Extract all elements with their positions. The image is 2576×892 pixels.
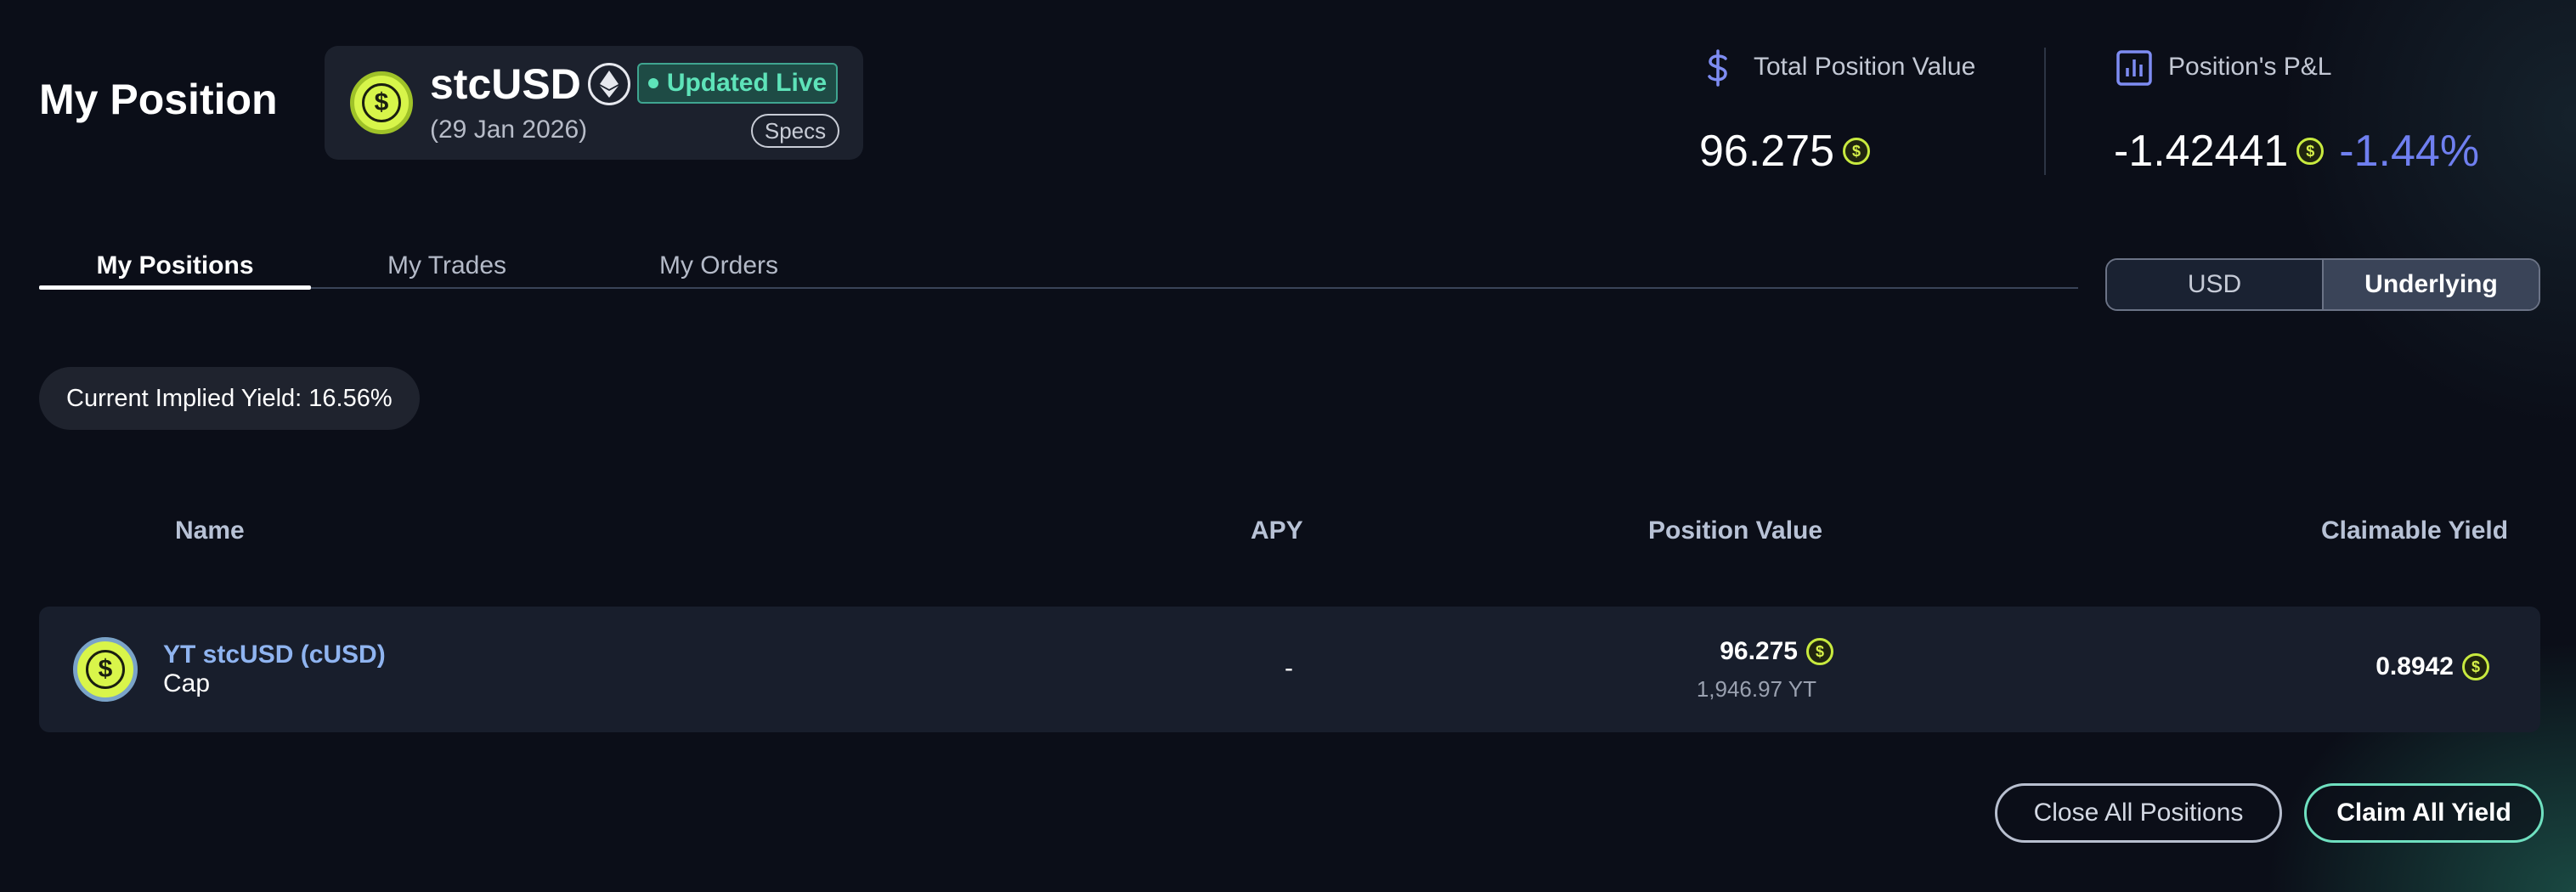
market-card: $ stcUSD Updated Live (29 Jan 2026) Spec… bbox=[325, 46, 863, 160]
page: My Position $ stcUSD Updated Live (29 Ja… bbox=[0, 0, 2576, 892]
yt-stcusd-coin-icon: $ bbox=[73, 637, 138, 702]
implied-yield-pill: Current Implied Yield: 16.56% bbox=[39, 367, 420, 430]
page-title: My Position bbox=[39, 76, 278, 123]
position-amount: 1,946.97 YT bbox=[1696, 676, 1816, 702]
total-position-value-label: Total Position Value bbox=[1754, 53, 1976, 81]
dollar-coin-icon: $ bbox=[2462, 653, 2489, 680]
pnl-amount: -1.42441 bbox=[2114, 127, 2289, 176]
ethereum-icon bbox=[588, 63, 630, 105]
dollar-coin-icon: $ bbox=[2296, 138, 2325, 165]
toggle-usd[interactable]: USD bbox=[2107, 260, 2322, 309]
updated-live-badge: Updated Live bbox=[637, 63, 838, 104]
position-value-amount: 96.275 bbox=[1720, 637, 1798, 665]
position-value: 96.275 $ bbox=[1720, 637, 1833, 666]
table-row[interactable]: $ YT stcUSD (cUSD) Cap - 96.275 $ 1,946.… bbox=[39, 607, 2540, 732]
close-all-positions-button[interactable]: Close All Positions bbox=[1995, 783, 2282, 843]
position-name[interactable]: YT stcUSD (cUSD) bbox=[163, 641, 386, 669]
tab-my-positions[interactable]: My Positions bbox=[39, 251, 311, 280]
live-dot-icon bbox=[647, 78, 658, 88]
specs-button[interactable]: Specs bbox=[751, 114, 839, 148]
column-header-apy: APY bbox=[1251, 517, 1303, 545]
toggle-underlying[interactable]: Underlying bbox=[2322, 260, 2539, 309]
pnl-label: Position's P&L bbox=[2168, 53, 2332, 81]
tabs-baseline bbox=[39, 287, 2078, 289]
dollar-sign-icon bbox=[1698, 48, 1738, 93]
claimable-yield: 0.8942 $ bbox=[2375, 652, 2489, 681]
column-header-claimable-yield: Claimable Yield bbox=[2321, 517, 2509, 545]
market-symbol: stcUSD bbox=[430, 60, 581, 108]
maturity-date: (29 Jan 2026) bbox=[430, 116, 588, 144]
claim-all-yield-button[interactable]: Claim All Yield bbox=[2304, 783, 2544, 843]
stcusd-coin-icon: $ bbox=[350, 71, 413, 134]
live-badge-label: Updated Live bbox=[666, 69, 828, 97]
pnl-values: -1.42441 $ -1.44% bbox=[2114, 126, 2479, 177]
bar-chart-icon bbox=[2114, 48, 2155, 93]
dollar-coin-icon: $ bbox=[1843, 138, 1871, 165]
dollar-coin-icon: $ bbox=[1806, 638, 1833, 665]
tab-my-trades[interactable]: My Trades bbox=[311, 251, 583, 280]
active-tab-indicator bbox=[39, 285, 311, 290]
column-header-name: Name bbox=[175, 517, 245, 545]
total-position-value: 96.275 $ bbox=[1699, 126, 1871, 177]
total-position-value-amount: 96.275 bbox=[1699, 127, 1835, 176]
stats-divider bbox=[2044, 48, 2046, 175]
tab-my-orders[interactable]: My Orders bbox=[583, 251, 855, 280]
position-protocol: Cap bbox=[163, 669, 211, 697]
pnl-percent: -1.44% bbox=[2339, 127, 2480, 176]
currency-toggle: USD Underlying bbox=[2105, 258, 2540, 311]
position-apy: - bbox=[1285, 654, 1293, 682]
claimable-yield-amount: 0.8942 bbox=[2375, 652, 2454, 680]
column-header-position-value: Position Value bbox=[1648, 517, 1823, 545]
